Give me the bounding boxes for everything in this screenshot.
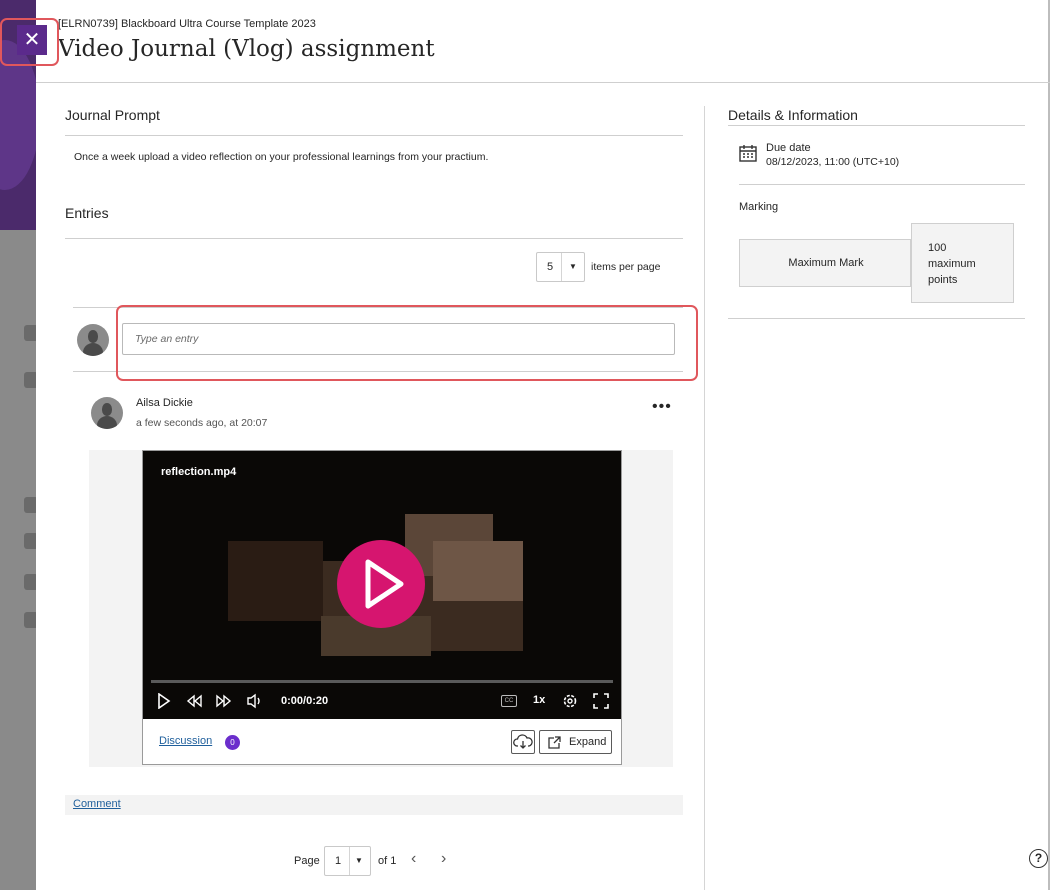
items-per-page-select[interactable]: 5 ▼ bbox=[536, 252, 585, 282]
select-separator bbox=[349, 847, 350, 875]
current-user-avatar bbox=[77, 324, 109, 356]
entry-author: Ailsa Dickie bbox=[136, 397, 193, 409]
divider bbox=[73, 307, 683, 308]
close-icon: ✕ bbox=[23, 29, 41, 51]
video-frame-region bbox=[433, 541, 523, 601]
panel-header: [ELRN0739] Blackboard Ultra Course Templ… bbox=[36, 0, 1050, 83]
page-select[interactable]: 1 ▼ bbox=[324, 846, 371, 876]
divider bbox=[728, 318, 1025, 319]
discussion-link[interactable]: Discussion bbox=[159, 735, 212, 747]
background-icon bbox=[24, 574, 36, 590]
external-link-icon bbox=[548, 736, 561, 749]
video-frame-region bbox=[228, 541, 323, 621]
divider bbox=[73, 371, 683, 372]
expand-label: Expand bbox=[569, 736, 607, 748]
video-time: 0:00/0:20 bbox=[281, 695, 329, 707]
video-card-footer: Discussion 0 Expand bbox=[143, 719, 621, 764]
settings-gear-icon[interactable] bbox=[562, 693, 578, 712]
column-divider bbox=[704, 106, 705, 890]
maximum-mark-box: Maximum Mark bbox=[739, 239, 911, 287]
background-course-page bbox=[0, 0, 36, 890]
fullscreen-icon[interactable] bbox=[593, 693, 609, 712]
new-entry-input[interactable] bbox=[122, 323, 675, 355]
cloud-download-icon bbox=[513, 734, 533, 749]
select-separator bbox=[561, 253, 562, 281]
journal-prompt-heading: Journal Prompt bbox=[65, 107, 160, 123]
background-avatar bbox=[24, 325, 36, 341]
video-file-name: reflection.mp4 bbox=[161, 466, 237, 478]
playback-speed[interactable]: 1x bbox=[533, 694, 545, 706]
page-value: 1 bbox=[335, 855, 342, 867]
video-progress-bar[interactable] bbox=[151, 680, 613, 683]
play-button[interactable] bbox=[337, 540, 425, 628]
chevron-down-icon: ▼ bbox=[569, 262, 577, 271]
chevron-down-icon: ▼ bbox=[355, 856, 363, 865]
items-per-page-value: 5 bbox=[547, 261, 554, 273]
download-button[interactable] bbox=[511, 730, 535, 754]
journal-prompt-text: Once a week upload a video reflection on… bbox=[74, 151, 489, 163]
course-name: [ELRN0739] Blackboard Ultra Course Templ… bbox=[58, 18, 316, 30]
entries-heading: Entries bbox=[65, 205, 109, 221]
volume-icon[interactable] bbox=[246, 693, 264, 712]
background-icon bbox=[24, 533, 36, 549]
divider bbox=[739, 184, 1025, 185]
video-card: reflection.mp4 0:00/0:20 CC 1x Discussio… bbox=[142, 450, 622, 765]
page-count-label: of 1 bbox=[378, 855, 397, 867]
captions-icon[interactable]: CC bbox=[501, 695, 517, 707]
comment-bar: Comment bbox=[65, 795, 683, 815]
items-per-page-label: items per page bbox=[591, 261, 661, 273]
marking-label: Marking bbox=[739, 201, 779, 213]
calendar-icon bbox=[739, 144, 757, 167]
comment-link[interactable]: Comment bbox=[73, 798, 121, 810]
due-date-label: Due date bbox=[766, 142, 811, 154]
divider bbox=[728, 125, 1025, 126]
maximum-mark-label: Maximum Mark bbox=[788, 257, 864, 269]
fast-forward-icon[interactable] bbox=[216, 694, 232, 711]
rewind-icon[interactable] bbox=[186, 694, 202, 711]
maximum-points-box: 100 maximum points bbox=[911, 223, 1014, 303]
more-options-icon[interactable]: ••• bbox=[652, 399, 672, 415]
background-icon bbox=[24, 612, 36, 628]
divider bbox=[65, 238, 683, 239]
background-icon bbox=[24, 497, 36, 513]
play-icon bbox=[365, 559, 404, 609]
page-title: Video Journal (Vlog) assignment bbox=[58, 36, 435, 62]
discussion-count-badge: 0 bbox=[225, 735, 240, 750]
close-button[interactable]: ✕ bbox=[17, 25, 47, 55]
entry-timestamp: a few seconds ago, at 20:07 bbox=[136, 417, 268, 429]
next-page-icon[interactable]: › bbox=[441, 850, 446, 868]
due-date-value: 08/12/2023, 11:00 (UTC+10) bbox=[766, 156, 900, 168]
divider bbox=[65, 135, 683, 136]
author-avatar bbox=[91, 397, 123, 429]
video-player[interactable]: reflection.mp4 0:00/0:20 CC 1x bbox=[143, 451, 621, 719]
play-small-icon[interactable] bbox=[157, 692, 171, 712]
background-avatar bbox=[24, 372, 36, 388]
expand-button[interactable]: Expand bbox=[539, 730, 612, 754]
help-icon[interactable]: ? bbox=[1029, 849, 1048, 868]
previous-page-icon[interactable]: ‹ bbox=[411, 850, 416, 868]
page-label: Page bbox=[294, 855, 320, 867]
details-heading: Details & Information bbox=[728, 107, 858, 123]
